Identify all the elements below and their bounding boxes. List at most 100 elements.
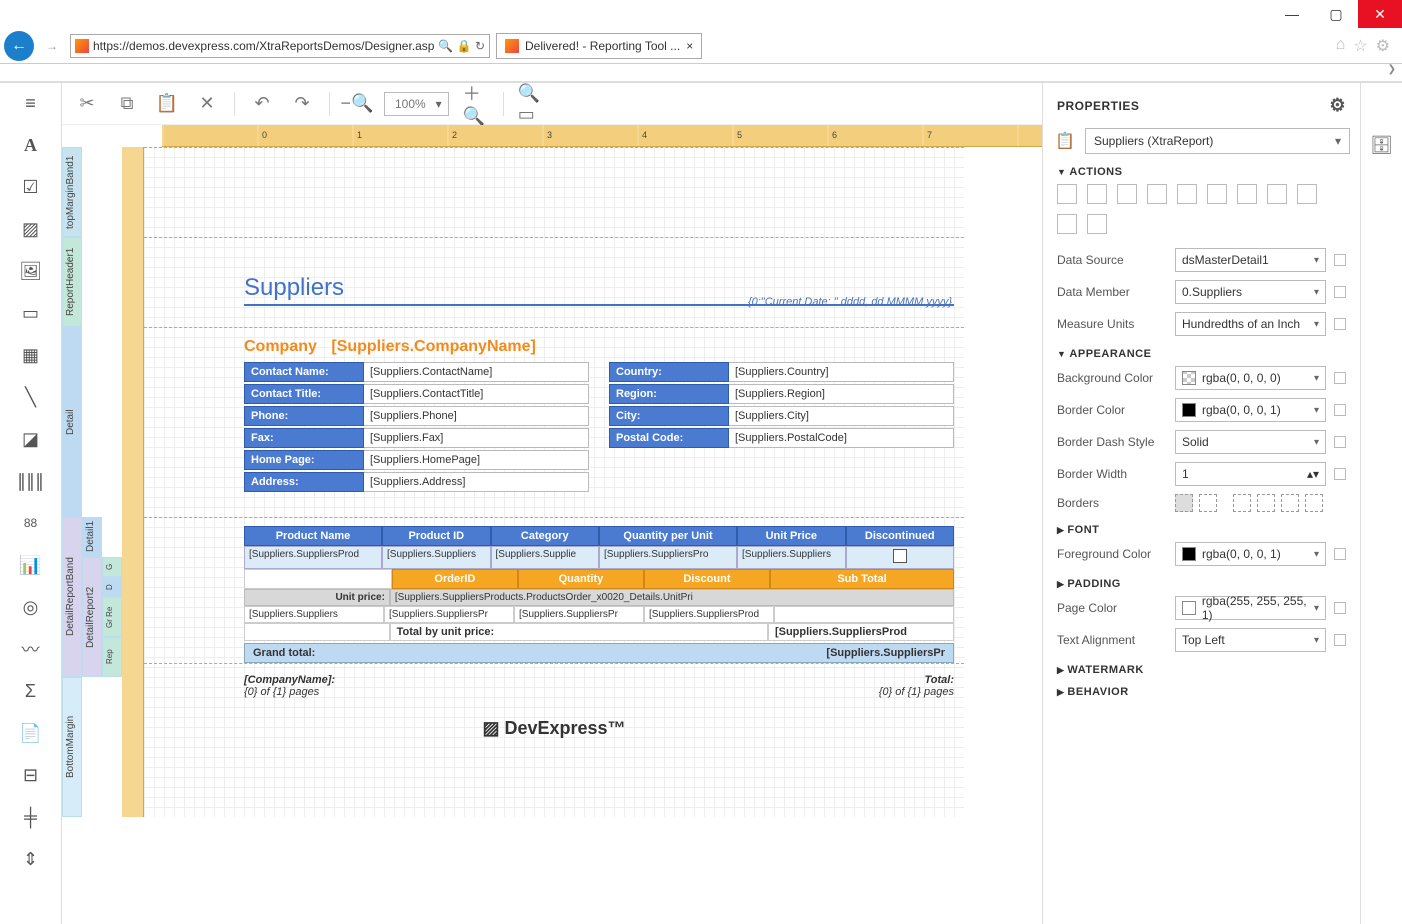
border-width-input[interactable]: 1▴▾ (1175, 462, 1326, 486)
field-value[interactable]: [Suppliers.Country] (729, 362, 954, 382)
redo-button[interactable]: ↷ (289, 91, 315, 117)
cell[interactable]: [Suppliers.SuppliersPro (599, 546, 737, 569)
subreport-tool-icon[interactable]: 📄 (17, 721, 45, 745)
undo-button[interactable]: ↶ (249, 91, 275, 117)
gear-icon[interactable]: ⚙ (1329, 95, 1346, 116)
footer-company[interactable]: [CompanyName]: (244, 674, 335, 686)
col-header[interactable]: Unit Price (737, 526, 845, 546)
band-report-header[interactable]: ReportHeader1 (62, 237, 82, 327)
company-value[interactable]: [Suppliers.CompanyName] (331, 338, 535, 355)
total-label[interactable]: Total by unit price: (390, 623, 768, 641)
current-date-field[interactable]: {0:"Current Date: " dddd, dd MMMM yyyy} (748, 296, 952, 308)
back-button[interactable]: ← (4, 31, 34, 61)
paste-button[interactable]: 📋 (154, 91, 180, 117)
panel-tool-icon[interactable]: ▭ (17, 301, 45, 325)
text-align-select[interactable]: Top Left (1175, 628, 1326, 652)
zoom-out-button[interactable]: −🔍 (344, 91, 370, 117)
unit-price-value[interactable]: [Suppliers.SuppliersProducts.ProductsOrd… (390, 589, 954, 606)
unit-price-label[interactable]: Unit price: (244, 589, 390, 606)
field-label[interactable]: Home Page: (244, 450, 364, 470)
total-value[interactable]: [Suppliers.SuppliersProd (768, 623, 954, 641)
page-color-select[interactable]: rgba(255, 255, 255, 1) (1175, 596, 1326, 620)
align-icon[interactable] (1267, 184, 1287, 204)
col-header[interactable]: Product Name (244, 526, 382, 546)
band-group-header[interactable]: G (102, 557, 122, 577)
footer-total[interactable]: Total: (924, 674, 954, 686)
picture-tool-icon[interactable]: 🖼 (17, 259, 45, 283)
reset-icon[interactable] (1334, 372, 1346, 384)
footer-pages-left[interactable]: {0} of {1} pages (244, 686, 319, 698)
section-actions[interactable]: ACTIONS (1043, 158, 1360, 180)
align-icon[interactable] (1297, 184, 1317, 204)
reset-icon[interactable] (1334, 318, 1346, 330)
field-value[interactable]: [Suppliers.Region] (729, 384, 954, 404)
field-label[interactable]: Region: (609, 384, 729, 404)
menu-icon[interactable]: ≡ (17, 91, 45, 115)
reset-icon[interactable] (1334, 468, 1346, 480)
pagebreak-tool-icon[interactable]: ⊟ (17, 763, 45, 787)
band-detail[interactable]: Detail (62, 327, 82, 517)
border-color-select[interactable]: rgba(0, 0, 0, 1) (1175, 398, 1326, 422)
field-label[interactable]: Phone: (244, 406, 364, 426)
field-value[interactable]: [Suppliers.Phone] (364, 406, 589, 426)
col-header[interactable]: Sub Total (770, 569, 954, 589)
grand-total-value[interactable]: [Suppliers.SuppliersPr (826, 647, 945, 659)
design-surface[interactable]: Suppliers {0:"Current Date: " dddd, dd M… (144, 147, 964, 817)
field-label[interactable]: Fax: (244, 428, 364, 448)
align-icon[interactable] (1177, 184, 1197, 204)
pivot-tool-icon[interactable]: Σ (17, 679, 45, 703)
barcode-tool-icon[interactable]: ∥∥∥ (17, 469, 45, 493)
cell[interactable]: [Suppliers.Supplie (491, 546, 599, 569)
field-value[interactable]: [Suppliers.HomePage] (364, 450, 589, 470)
settings-icon[interactable]: ⚙ (1376, 36, 1390, 56)
field-value[interactable]: [Suppliers.City] (729, 406, 954, 426)
data-member-select[interactable]: 0.Suppliers (1175, 280, 1326, 304)
discontinued-checkbox[interactable] (846, 546, 954, 569)
tab-close-icon[interactable]: × (686, 39, 693, 53)
reset-icon[interactable] (1334, 602, 1346, 614)
band-top-margin[interactable]: topMarginBand1 (62, 147, 82, 237)
shape-tool-icon[interactable]: ◪ (17, 427, 45, 451)
align-icon[interactable] (1117, 184, 1137, 204)
section-font[interactable]: FONT (1043, 516, 1360, 538)
data-source-select[interactable]: dsMasterDetail1 (1175, 248, 1326, 272)
col-header[interactable]: Discontinued (846, 526, 954, 546)
cell[interactable]: [Suppliers.SuppliersProd (644, 606, 774, 623)
cell[interactable]: [Suppliers.SuppliersProd (244, 546, 382, 569)
band-group-footer[interactable]: Gr Re (102, 597, 122, 637)
align-icon[interactable] (1087, 184, 1107, 204)
align-icon[interactable] (1207, 184, 1227, 204)
field-label[interactable]: Contact Title: (244, 384, 364, 404)
reset-icon[interactable] (1334, 404, 1346, 416)
band-report-footer[interactable]: Rep (102, 637, 122, 677)
grand-total-label[interactable]: Grand total: (253, 647, 315, 659)
col-header[interactable]: Category (491, 526, 599, 546)
reset-icon[interactable] (1334, 634, 1346, 646)
align-icon[interactable] (1237, 184, 1257, 204)
border-dash-select[interactable]: Solid (1175, 430, 1326, 454)
background-color-select[interactable]: rgba(0, 0, 0, 0) (1175, 366, 1326, 390)
line-tool-icon[interactable]: ╲ (17, 385, 45, 409)
foreground-color-select[interactable]: rgba(0, 0, 0, 1) (1175, 542, 1326, 566)
url-field[interactable]: https://demos.devexpress.com/XtraReports… (70, 34, 490, 58)
section-appearance[interactable]: APPEARANCE (1043, 340, 1360, 362)
maximize-button[interactable]: ▢ (1314, 0, 1358, 28)
crossband-box-icon[interactable]: ⇕ (17, 847, 45, 871)
reset-icon[interactable] (1334, 254, 1346, 266)
cut-button[interactable]: ✂ (74, 91, 100, 117)
col-header[interactable]: Discount (644, 569, 770, 589)
align-icon[interactable] (1057, 214, 1077, 234)
field-value[interactable]: [Suppliers.ContactTitle] (364, 384, 589, 404)
field-label[interactable]: Address: (244, 472, 364, 492)
section-behavior[interactable]: BEHAVIOR (1043, 678, 1360, 700)
reset-icon[interactable] (1334, 286, 1346, 298)
measure-units-select[interactable]: Hundredths of an Inch (1175, 312, 1326, 336)
label-tool-icon[interactable]: A (17, 133, 45, 157)
reset-icon[interactable] (1334, 548, 1346, 560)
borders-selector[interactable] (1175, 494, 1323, 512)
band-detail-inner[interactable]: D (102, 577, 122, 597)
richtext-tool-icon[interactable]: ▨ (17, 217, 45, 241)
section-watermark[interactable]: WATERMARK (1043, 656, 1360, 678)
field-value[interactable]: [Suppliers.PostalCode] (729, 428, 954, 448)
band-bottom-margin[interactable]: BottomMargin (62, 677, 82, 817)
